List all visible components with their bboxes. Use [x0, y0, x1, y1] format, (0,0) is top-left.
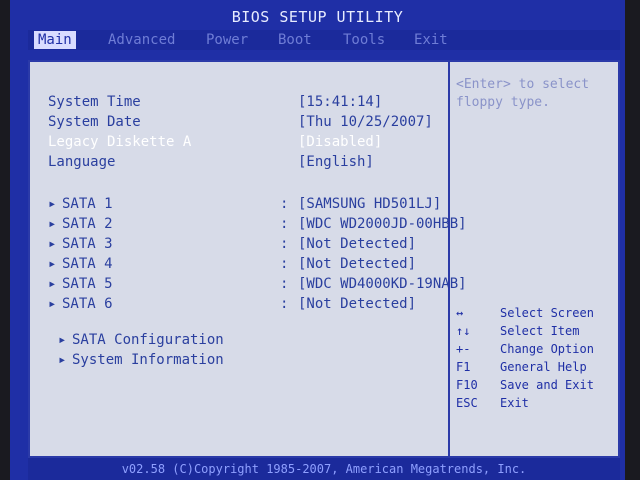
- sata-5-item[interactable]: ▸ SATA 5: [48, 276, 113, 292]
- key-desc: Select Screen: [500, 306, 594, 320]
- legacy-diskette-label: Legacy Diskette A: [48, 134, 192, 150]
- arrows-ud-icon: ↑↓: [456, 324, 471, 338]
- system-information-item[interactable]: ▸ System Information: [58, 352, 224, 368]
- sata-6-value: [Not Detected]: [298, 296, 417, 312]
- bios-screen: BIOS SETUP UTILITY Main Advanced Power B…: [10, 0, 625, 480]
- system-date-value[interactable]: [Thu 10/25/2007]: [298, 114, 433, 130]
- help-text: <Enter> to select floppy type.: [456, 77, 590, 110]
- sata-6-item[interactable]: ▸ SATA 6: [48, 296, 113, 312]
- separator: :: [280, 276, 289, 292]
- sata-2-item[interactable]: ▸ SATA 2: [48, 216, 113, 232]
- tab-advanced[interactable]: Advanced: [104, 31, 179, 49]
- tab-tools[interactable]: Tools: [339, 31, 389, 49]
- sata-configuration-item[interactable]: ▸ SATA Configuration: [58, 332, 224, 348]
- tab-exit[interactable]: Exit: [410, 31, 452, 49]
- panel-divider: [448, 60, 450, 458]
- language-value[interactable]: [English]: [298, 154, 374, 170]
- sata-1-value: [SAMSUNG HD501LJ]: [298, 196, 442, 212]
- key-desc: Exit: [500, 396, 529, 410]
- separator: :: [280, 296, 289, 312]
- plus-minus-icon: +-: [456, 342, 471, 356]
- submenu-arrow-icon: ▸: [58, 352, 67, 368]
- submenu-arrow-icon: ▸: [48, 196, 57, 212]
- submenu-arrow-icon: ▸: [58, 332, 67, 348]
- key-desc: Select Item: [500, 324, 580, 338]
- sata-5-value: [WDC WD4000KD-19NAB]: [298, 276, 467, 292]
- system-date-label: System Date: [48, 114, 141, 130]
- key-esc: ESC: [456, 396, 478, 410]
- language-label: Language: [48, 154, 116, 170]
- separator: :: [280, 256, 289, 272]
- separator: :: [280, 216, 289, 232]
- sata-3-value: [Not Detected]: [298, 236, 417, 252]
- sata-1-item[interactable]: ▸ SATA 1: [48, 196, 113, 212]
- window-title: BIOS SETUP UTILITY: [231, 8, 404, 26]
- main-panel: System Time [15:41:14] System Date [Thu …: [28, 60, 620, 458]
- key-f10: F10: [456, 378, 478, 392]
- system-time-label: System Time: [48, 94, 141, 110]
- arrows-lr-icon: ↔: [456, 306, 464, 320]
- tab-main[interactable]: Main: [34, 31, 76, 49]
- tab-boot[interactable]: Boot: [274, 31, 316, 49]
- key-desc: General Help: [500, 360, 587, 374]
- sata-3-item[interactable]: ▸ SATA 3: [48, 236, 113, 252]
- key-desc: Change Option: [500, 342, 594, 356]
- separator: :: [280, 236, 289, 252]
- legacy-diskette-value[interactable]: [Disabled]: [298, 134, 382, 150]
- submenu-arrow-icon: ▸: [48, 216, 57, 232]
- submenu-arrow-icon: ▸: [48, 256, 57, 272]
- submenu-arrow-icon: ▸: [48, 236, 57, 252]
- separator: :: [280, 196, 289, 212]
- sata-2-value: [WDC WD2000JD-00HBB]: [298, 216, 467, 232]
- copyright-footer: v02.58 (C)Copyright 1985-2007, American …: [28, 458, 620, 480]
- sata-4-value: [Not Detected]: [298, 256, 417, 272]
- key-f1: F1: [456, 360, 471, 374]
- sata-4-item[interactable]: ▸ SATA 4: [48, 256, 113, 272]
- submenu-arrow-icon: ▸: [48, 296, 57, 312]
- menu-bar: Main Advanced Power Boot Tools Exit: [28, 30, 620, 50]
- tab-power[interactable]: Power: [202, 31, 252, 49]
- submenu-arrow-icon: ▸: [48, 276, 57, 292]
- system-time-value[interactable]: [15:41:14]: [298, 94, 382, 110]
- key-desc: Save and Exit: [500, 378, 594, 392]
